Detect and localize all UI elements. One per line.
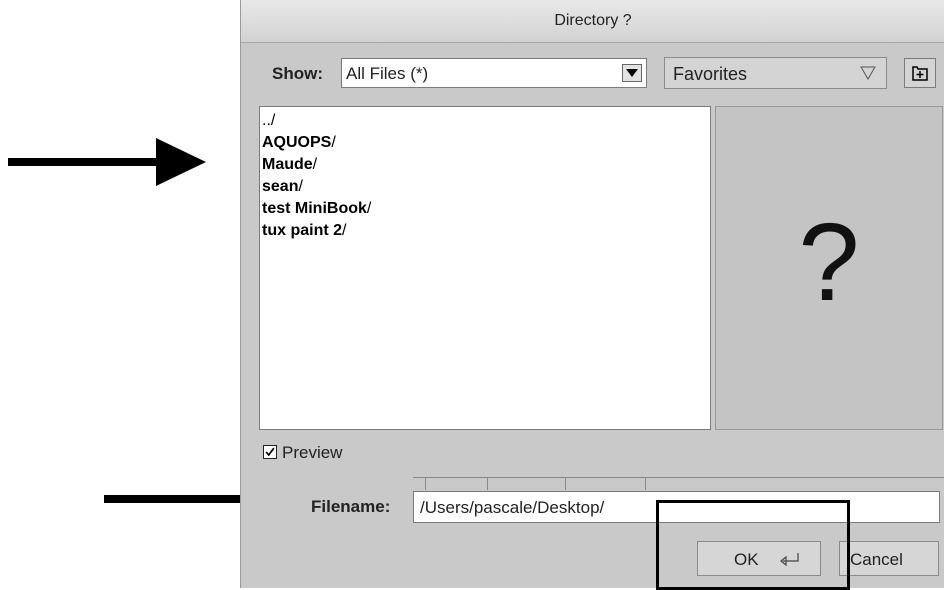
new-folder-icon (912, 66, 928, 81)
unknown-preview-icon: ? (798, 201, 860, 324)
path-segment[interactable] (425, 478, 488, 490)
annotation-arrow-file-list (8, 138, 206, 186)
show-filter-value: All Files (*) (346, 64, 429, 83)
show-label: Show: (272, 64, 323, 83)
preview-label: Preview (282, 443, 343, 462)
path-segment[interactable] (645, 478, 646, 490)
favorites-value: Favorites (673, 64, 748, 84)
checkbox-checked-icon[interactable] (263, 445, 277, 459)
chevron-down-icon (860, 66, 876, 80)
title-bar[interactable]: Directory ? (241, 0, 944, 43)
list-item[interactable]: ../ (262, 110, 708, 132)
filename-value: /Users/pascale/Desktop/ (420, 498, 605, 517)
path-segment[interactable] (487, 478, 566, 490)
list-item[interactable]: Maude/ (262, 154, 708, 176)
list-item[interactable]: tux paint 2/ (262, 220, 708, 242)
path-segment[interactable] (565, 478, 646, 490)
new-folder-button[interactable] (904, 58, 936, 88)
list-item[interactable]: AQUOPS/ (262, 132, 708, 154)
annotation-highlight-box (656, 500, 850, 590)
dropdown-arrow-icon[interactable] (622, 64, 642, 82)
list-item[interactable]: test MiniBook/ (262, 198, 708, 220)
cancel-label: Cancel (850, 550, 903, 569)
filename-label: Filename: (311, 497, 391, 516)
file-list[interactable]: ../ AQUOPS/ Maude/ sean/ test MiniBook/ … (259, 106, 711, 430)
favorites-select[interactable]: Favorites (664, 57, 887, 89)
cancel-button[interactable]: Cancel (839, 541, 939, 576)
preview-pane: ? (715, 106, 943, 430)
show-filter-select[interactable]: All Files (*) (341, 58, 647, 88)
path-segment-strip (413, 477, 944, 492)
dialog-title: Directory ? (554, 12, 632, 29)
list-item[interactable]: sean/ (262, 176, 708, 198)
